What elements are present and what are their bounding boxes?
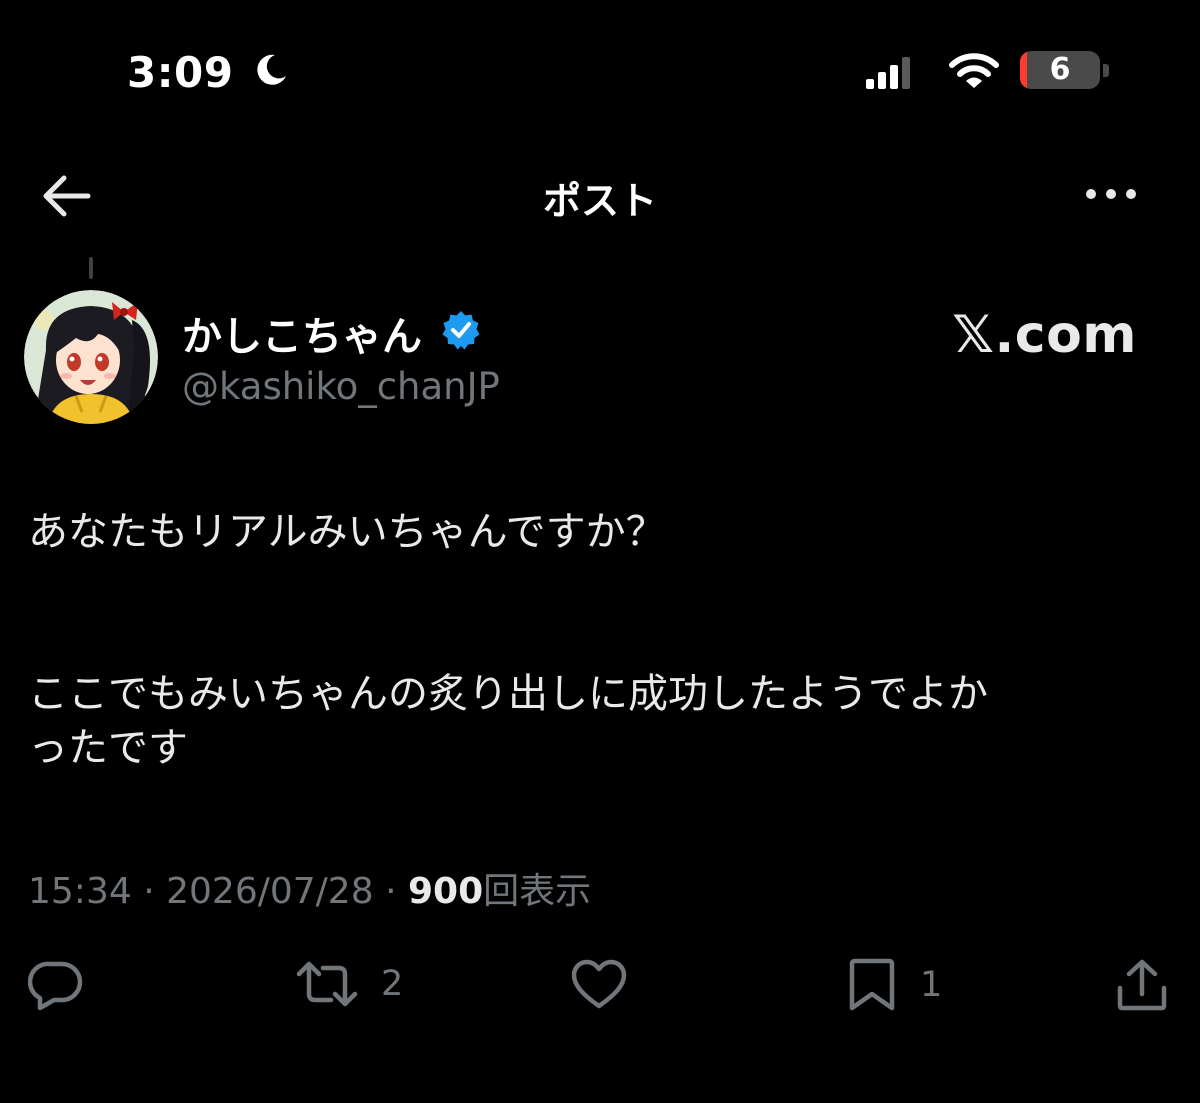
repost-button[interactable]: 2 [295,958,403,1010]
author-handle[interactable]: @kashiko_chanJP [182,365,500,408]
repost-count: 2 [381,964,404,1004]
x-com-watermark: 𝕏.com [952,305,1137,365]
bookmark-button[interactable]: 1 [846,958,942,1012]
battery-level: 6 [1049,52,1071,87]
post-paragraph: あなたもリアルみいちゃんですか？ [28,509,666,555]
heart-icon [571,959,627,1009]
post-paragraph: ったです [28,725,188,771]
page-title: ポスト [542,179,657,223]
views-label: 回表示 [483,871,592,912]
share-icon [1117,959,1167,1011]
post-meta: 15:34 · 2026/07/28 · 900回表示 [28,862,591,914]
bookmark-count: 1 [920,965,943,1005]
post-paragraph: ここでもみいちゃんの炙り出しに成功したようでよか [28,671,988,717]
meta-separator: · [143,871,155,912]
bookmark-icon [849,958,895,1011]
share-button[interactable] [1116,958,1168,1012]
meta-separator: · [385,871,397,912]
thread-connector [89,257,93,279]
cellular-signal-icon [866,57,910,89]
more-options-icon[interactable] [1083,182,1139,206]
wifi-icon [949,53,999,88]
post-date[interactable]: 2026/07/28 [166,871,374,912]
status-time: 3:09 [127,48,234,97]
battery-indicator: 6 [1020,51,1100,89]
verified-badge-icon [442,311,480,350]
reply-icon [28,961,83,1010]
battery-cap [1103,64,1109,77]
repost-icon [296,961,358,1007]
views-count: 900 [407,871,484,912]
post-time[interactable]: 15:34 [28,871,132,912]
avatar-illustration-icon [24,290,158,424]
like-button[interactable] [570,958,650,1010]
avatar[interactable] [24,290,158,424]
post-text: あなたもリアルみいちゃんですか？ ここでもみいちゃんの炙り出しに成功したようでよ… [28,505,1178,775]
author-display-name[interactable]: かしこちゃん [182,304,422,362]
moon-icon [257,54,286,85]
reply-button[interactable] [28,958,106,1010]
